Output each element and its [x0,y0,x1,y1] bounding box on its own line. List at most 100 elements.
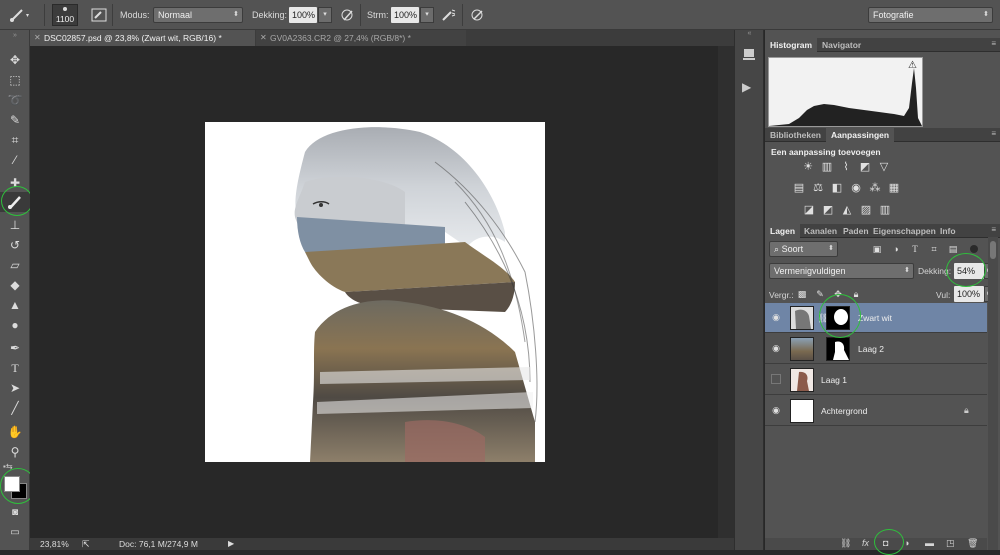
layers-scrollbar[interactable] [988,237,998,550]
filter-shape-icon[interactable]: ⌗ [927,243,941,255]
gradient-map-icon[interactable]: ▨ [859,204,873,216]
dock-collapse-icon[interactable]: « [735,30,764,38]
history-panel-icon[interactable] [741,46,757,62]
channel-mixer-icon[interactable]: ⁂ [868,182,882,194]
layer-name[interactable]: Laag 1 [821,375,847,385]
tab-adjustments[interactable]: Aanpassingen [826,128,895,142]
filter-toggle[interactable] [970,245,978,253]
vibrance-icon[interactable]: ▽ [877,161,891,173]
dodge-tool-icon[interactable]: ● [0,315,30,335]
actions-panel-icon[interactable]: ▶ [742,80,751,94]
panel-menu-icon[interactable]: ≡ [991,129,996,138]
airbrush-icon[interactable] [441,8,457,24]
color-lookup-icon[interactable]: ▦ [887,182,901,194]
new-layer-icon[interactable]: ◳ [946,538,955,549]
path-select-tool-icon[interactable]: ➤ [0,378,30,398]
crop-tool-icon[interactable]: ⌗ [0,130,30,150]
levels-icon[interactable]: ▥ [820,161,834,173]
history-brush-tool-icon[interactable]: ↺ [0,235,30,255]
mode-dropdown[interactable]: Normaal ⬍ [153,7,243,23]
tab-properties[interactable]: Eigenschappen [868,224,941,238]
brush-panel-toggle-icon[interactable] [91,7,107,25]
quick-mask-icon[interactable]: ◙ [0,503,30,523]
layer-row-achtergrond[interactable]: ◉ Achtergrond 🔒︎ [765,396,987,426]
status-menu-arrow-icon[interactable]: ▶ [228,538,234,550]
selective-color-icon[interactable]: ▥ [878,204,892,216]
filter-type-icon[interactable]: T [908,243,922,255]
line-tool-icon[interactable]: ╱ [0,398,30,418]
quick-select-tool-icon[interactable]: ✎ [0,110,30,130]
brightness-icon[interactable]: ☀ [801,161,815,173]
marquee-tool-icon[interactable]: ⬚ [0,70,30,90]
scrollbar-thumb[interactable] [990,241,996,259]
adjustment-layer-icon[interactable]: ◑ [904,538,909,548]
filter-adjustment-icon[interactable]: ◑ [889,243,903,255]
opacity-field[interactable]: 100% [289,7,317,23]
group-folder-icon[interactable]: ▬ [925,538,934,548]
blur-tool-icon[interactable]: ▲ [0,295,30,315]
close-icon[interactable]: ✕ [260,30,267,46]
opacity-dropdown-button[interactable]: ▾ [318,7,332,23]
eraser-tool-icon[interactable]: ▱ [0,255,30,275]
doc-tab-inactive[interactable]: ✕ GV0A2363.CR2 @ 27,4% (RGB/8*) * [256,30,466,46]
blend-mode-dropdown[interactable]: Vermenigvuldigen ⬍ [769,263,914,279]
type-tool-icon[interactable]: T [0,358,30,378]
hue-saturation-icon[interactable]: ▤ [792,182,806,194]
paint-bucket-tool-icon[interactable]: ◆ [0,275,30,295]
color-balance-icon[interactable]: ⚖ [811,182,825,194]
posterize-icon[interactable]: ◩ [821,204,835,216]
layer-filter-dropdown[interactable]: ⌕ Soort ⬍ [769,241,838,257]
visibility-off-box[interactable] [771,374,781,384]
lasso-tool-icon[interactable]: ➰ [0,90,30,110]
filter-pixel-icon[interactable]: ▣ [870,243,884,255]
threshold-icon[interactable]: ◭ [840,204,854,216]
clone-stamp-tool-icon[interactable]: ⊥ [0,215,30,235]
flow-field[interactable]: 100% [391,7,419,23]
tab-libraries[interactable]: Bibliotheken [765,128,826,142]
toolbox-collapse-icon[interactable]: » [0,32,30,40]
tab-channels[interactable]: Kanalen [799,224,842,238]
layer-row-laag-2[interactable]: ◉ Laag 2 [765,334,987,364]
eyedropper-tool-icon[interactable]: ⁄ [0,150,30,170]
layer-row-laag-1[interactable]: Laag 1 [765,365,987,395]
pressure-opacity-icon[interactable] [340,8,356,24]
invert-icon[interactable]: ◪ [802,204,816,216]
exposure-icon[interactable]: ◩ [858,161,872,173]
tab-histogram[interactable]: Histogram [765,38,818,52]
link-layers-icon[interactable]: ⛓︎ [840,538,851,549]
layer-mask-thumbnail[interactable] [826,337,850,361]
tab-info[interactable]: Info [935,224,961,238]
layer-name[interactable]: Laag 2 [858,344,884,354]
document-canvas[interactable] [205,122,545,462]
flow-dropdown-button[interactable]: ▾ [420,7,434,23]
pen-tool-icon[interactable]: ✒ [0,338,30,358]
hand-tool-icon[interactable]: ✋ [0,422,30,442]
doc-tab-active[interactable]: ✕ DSC02857.psd @ 23,8% (Zwart wit, RGB/16… [30,30,255,46]
lock-transparency-icon[interactable]: ▩ [795,288,809,300]
tab-layers[interactable]: Lagen [765,224,801,238]
panel-menu-icon[interactable]: ≡ [991,225,996,234]
workspace-dropdown[interactable]: Fotografie ⬍ [868,7,993,23]
layer-row-zwart-wit[interactable]: ◉ ⛓︎ Zwart wit [765,303,987,333]
eye-icon[interactable]: ◉ [771,405,781,415]
fill-field[interactable]: 100% [954,286,984,302]
black-white-icon[interactable]: ◧ [830,182,844,194]
histogram-warning-icon[interactable]: ⚠ [908,60,917,71]
zoom-value[interactable]: 23,81% [40,538,69,550]
fx-icon[interactable]: fx [862,538,869,548]
eye-icon[interactable]: ◉ [771,312,781,322]
share-icon[interactable]: ⇱ [82,538,90,550]
lock-pixels-icon[interactable]: ✎ [813,288,827,300]
screen-mode-icon[interactable]: ▭ [0,523,30,543]
photo-filter-icon[interactable]: ◉ [849,182,863,194]
layer-name[interactable]: Zwart wit [858,313,892,323]
layer-name[interactable]: Achtergrond [821,406,867,416]
eye-icon[interactable]: ◉ [771,343,781,353]
brush-size-picker[interactable]: 1100 [52,4,78,26]
curves-icon[interactable]: ⌇ [839,161,853,173]
close-icon[interactable]: ✕ [34,30,41,46]
panel-menu-icon[interactable]: ≡ [991,39,996,48]
vertical-scrollbar[interactable] [718,46,734,538]
foreground-color-swatch[interactable] [4,476,20,492]
zoom-tool-icon[interactable]: ⚲ [0,442,30,462]
